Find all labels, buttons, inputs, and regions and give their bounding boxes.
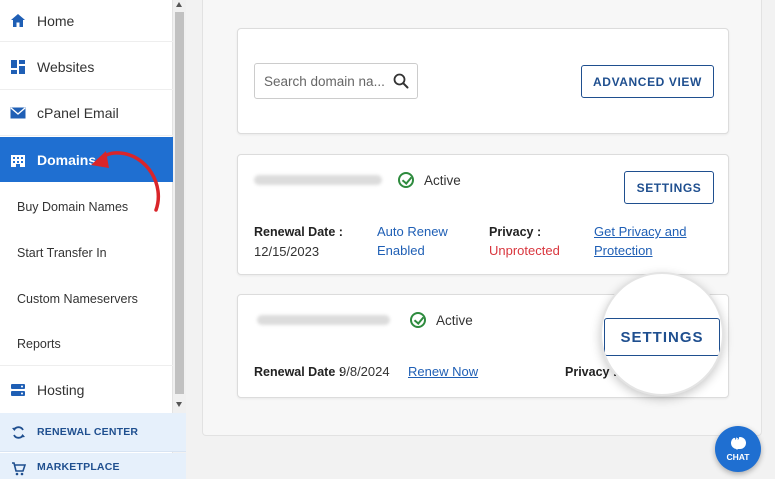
renewal-date-value: 9/8/2024 [339,364,390,379]
check-circle-icon [398,172,414,188]
domain-name-blurred[interactable] [257,315,390,325]
sidebar-subitem-reports[interactable]: Reports [0,322,173,366]
auto-renew-status[interactable]: Auto Renew [377,224,448,239]
annotation-arrow-icon [91,151,161,212]
renewal-date-value: 12/15/2023 [254,244,320,259]
status-active: Active [410,312,473,328]
chat-button[interactable]: CHAT [715,426,761,472]
get-privacy-link-line2[interactable]: Protection [594,243,653,258]
search-input[interactable] [264,73,389,89]
sidebar-scrollbar[interactable] [173,0,186,413]
search-card: ADVANCED VIEW [237,28,729,134]
envelope-icon [9,104,27,122]
get-privacy-link[interactable]: Get Privacy and [594,224,687,239]
advanced-view-button[interactable]: ADVANCED VIEW [581,65,714,98]
magnifier-highlight: SETTINGS [600,272,724,396]
sidebar-subitem-start-transfer-in[interactable]: Start Transfer In [0,230,173,275]
domain-card: Active SETTINGS Renewal Date : 12/15/202… [237,154,729,275]
home-icon [9,12,27,30]
sidebar-subitem-custom-nameservers[interactable]: Custom Nameservers [0,276,173,321]
sidebar-item-label: Websites [37,58,95,75]
cart-icon [9,461,27,476]
privacy-label: Privacy : [489,225,542,239]
renewal-center-link[interactable]: RENEWAL CENTER [0,413,186,452]
privacy-status: Unprotected [489,243,560,258]
marketplace-link[interactable]: MARKETPLACE [0,453,186,479]
search-icon[interactable] [393,73,409,89]
hosting-icon [9,381,27,399]
sidebar-item-hosting[interactable]: Hosting [0,367,173,412]
renewal-date-label: Renewal Date : [254,365,343,379]
sidebar: Home Websites cPanel Email Domains Buy D… [0,0,173,479]
auto-renew-status-line2[interactable]: Enabled [377,243,425,258]
websites-icon [9,58,27,76]
settings-button[interactable]: SETTINGS [604,318,720,356]
scroll-up-icon[interactable] [176,2,182,7]
check-circle-icon [410,312,426,328]
sidebar-item-cpanel-email[interactable]: cPanel Email [0,91,173,136]
domain-name-blurred[interactable] [254,175,382,185]
scrollbar-thumb[interactable] [175,12,184,394]
sidebar-item-label: cPanel Email [37,105,119,121]
chat-bubble-icon [730,434,746,450]
sidebar-item-label: Home [37,12,75,29]
sidebar-item-websites[interactable]: Websites [0,44,173,90]
refresh-icon [9,425,27,440]
search-box[interactable] [254,63,418,99]
domains-icon [9,151,27,169]
renewal-date-label: Renewal Date : [254,225,343,239]
status-active: Active [398,172,461,188]
scroll-down-icon[interactable] [176,402,182,407]
renew-now-link[interactable]: Renew Now [408,364,478,379]
settings-button[interactable]: SETTINGS [624,171,714,204]
sidebar-item-label: Hosting [37,381,85,398]
sidebar-item-home[interactable]: Home [0,0,173,42]
